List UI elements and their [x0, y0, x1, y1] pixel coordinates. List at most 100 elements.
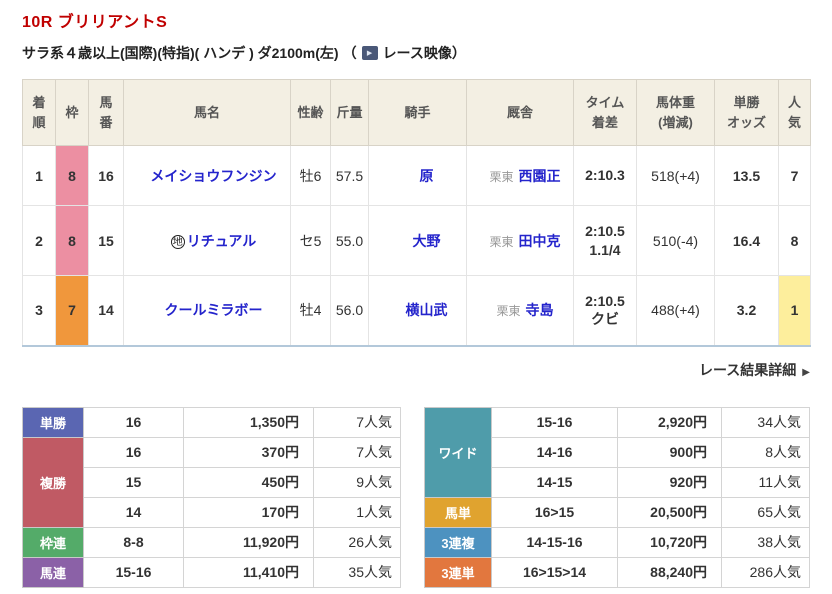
payout-type-header: 枠連 — [22, 526, 84, 558]
time-margin-cell: 2:10.3 — [573, 145, 637, 206]
payout-amount-cell: 11,410円 — [183, 556, 314, 588]
results-col-header-4: 性齢 — [290, 79, 331, 146]
payout-section: 単勝 16 1,350円 7人気 複勝 16 370円 7人気 15 450円 9人気 14 170円 1… — [22, 406, 810, 588]
play-video-icon[interactable]: ▶ — [361, 46, 378, 60]
payout-type-header: 3連単 — [424, 556, 492, 588]
race-title: 10R ブリリアントS — [22, 14, 168, 31]
time-margin-cell: 2:10.5 クビ — [573, 275, 637, 346]
body-weight-cell: 518(+4) — [636, 145, 715, 206]
results-col-header-7: 厩舎 — [466, 79, 574, 146]
trainer-link[interactable]: 寺島 — [526, 302, 554, 318]
payout-popularity-cell: 1人気 — [313, 496, 401, 528]
payout-row-馬連-0: 馬連 15-16 11,410円 35人気 — [22, 556, 401, 588]
popularity-cell: 8 — [778, 205, 811, 276]
local-horse-mark-icon: 地 — [170, 234, 185, 249]
horse-name-link[interactable]: リチュアル — [187, 233, 257, 249]
carried-weight-cell: 56.0 — [330, 275, 369, 346]
race-conditions-row: サラ系４歳以上(国際)(特指)( ハンデ ) ダ2100m(左) （ ▶ レース… — [22, 43, 810, 63]
payout-popularity-cell: 38人気 — [721, 526, 810, 558]
win-odds-cell: 13.5 — [714, 145, 779, 206]
rank-cell: 2 — [22, 205, 56, 276]
race-result-page: 10R ブリリアントS サラ系４歳以上(国際)(特指)( ハンデ ) ダ2100… — [0, 0, 832, 594]
payout-type-header: 3連複 — [424, 526, 492, 558]
popularity-cell: 1 — [778, 275, 811, 346]
payout-type-header: 馬連 — [22, 556, 84, 588]
win-odds-cell: 3.2 — [714, 275, 779, 346]
stable-area-label: 栗東 — [489, 169, 514, 184]
results-col-header-3: 馬名 — [123, 79, 291, 146]
payout-combination-cell: 16>15 — [491, 496, 618, 528]
payout-popularity-cell: 26人気 — [313, 526, 401, 558]
waku-cell: 7 — [55, 275, 89, 346]
result-row-1: 1 8 16 メイショウフンジン 牡6 57.5 原栗東 西園正 2:10.3 518(+4) 13… — [22, 145, 811, 206]
horse-name-link[interactable]: クールミラボー — [165, 302, 263, 318]
popularity-cell: 7 — [778, 145, 811, 206]
payout-amount-cell: 20,500円 — [617, 496, 722, 528]
payout-row-単勝-0: 単勝 16 1,350円 7人気 — [22, 406, 401, 438]
payout-amount-cell: 900円 — [617, 436, 722, 468]
payout-popularity-cell: 11人気 — [721, 466, 810, 498]
results-col-header-5: 斤量 — [330, 79, 369, 146]
payout-row-3連複-0: 3連複 14-15-16 10,720円 38人気 — [424, 526, 810, 558]
stable-cell: 栗東 田中克 — [466, 205, 574, 276]
payout-amount-cell: 2,920円 — [617, 406, 722, 438]
horse-number-cell: 16 — [88, 145, 124, 206]
jockey-cell: 原 — [368, 145, 467, 206]
payout-type-header: 単勝 — [22, 406, 84, 438]
trainer-link[interactable]: 西園正 — [519, 168, 561, 184]
win-odds-cell: 16.4 — [714, 205, 779, 276]
arrow-right-icon: ▶ — [802, 366, 810, 378]
trainer-link[interactable]: 田中克 — [519, 233, 561, 249]
result-row-3: 3 7 14 クールミラボー 牡4 56.0 横山武 栗東 寺島 2:10.5 クビ 488(+4)… — [22, 275, 811, 346]
jockey-link[interactable]: 大野 — [413, 233, 441, 249]
payout-row-枠連-0: 枠連 8-8 11,920円 26人気 — [22, 526, 401, 558]
results-col-header-10: 単勝 オッズ — [714, 79, 779, 146]
payout-combination-cell: 15-16 — [83, 556, 184, 588]
stable-area-label: 栗東 — [489, 234, 514, 249]
payout-amount-cell: 88,240円 — [617, 556, 722, 588]
payout-combination-cell: 8-8 — [83, 526, 184, 558]
results-col-header-0: 着 順 — [22, 79, 56, 146]
payout-popularity-cell: 34人気 — [721, 406, 810, 438]
race-video-group: （ ▶ レース映像 ） — [343, 43, 466, 63]
sex-age-cell: 牡4 — [290, 275, 331, 346]
results-col-header-6: 騎手 — [368, 79, 467, 146]
payout-popularity-cell: 65人気 — [721, 496, 810, 528]
payout-combination-cell: 14-15-16 — [491, 526, 618, 558]
payout-popularity-cell: 35人気 — [313, 556, 401, 588]
stable-cell: 栗東 寺島 — [466, 275, 574, 346]
sex-age-cell: 牡6 — [290, 145, 331, 206]
payout-combination-cell: 15 — [83, 466, 184, 498]
jockey-link[interactable]: 横山武 — [406, 302, 448, 318]
stable-area-label: 栗東 — [496, 304, 521, 319]
time-margin-cell: 2:10.5 1.1/4 — [573, 205, 637, 276]
results-header-row: 着 順枠馬 番馬名 性齢 斤量 騎手 厩舎 タイム 着差 馬体重 (増減) 単勝 オッズ人 気 — [22, 79, 811, 146]
race-results-table: 着 順枠馬 番馬名 性齢 斤量 騎手 厩舎 タイム 着差 馬体重 (増減) 単勝 オッズ人 気… — [22, 79, 811, 347]
payout-row-複勝-0: 複勝 16 370円 7人気 — [22, 436, 401, 528]
detail-link-label: レース結果詳細 — [698, 361, 797, 378]
race-video-link[interactable]: レース映像 — [383, 43, 452, 63]
horse-name-cell: メイショウフンジン — [123, 145, 291, 206]
payout-combination-cell: 14 — [83, 496, 184, 528]
sex-age-cell: セ5 — [290, 205, 331, 276]
stable-cell: 栗東 西園正 — [466, 145, 574, 206]
race-result-detail-link[interactable]: レース結果詳細 ▶ — [699, 362, 810, 378]
horse-name-cell: クールミラボー — [123, 275, 291, 346]
payout-type-header: ワイド — [424, 406, 492, 498]
payout-amount-cell: 370円 — [183, 436, 314, 468]
payout-amount-cell: 10,720円 — [617, 526, 722, 558]
payout-combination-cell: 16 — [83, 406, 184, 438]
payout-amount-cell: 1,350円 — [183, 406, 314, 438]
body-weight-cell: 510(-4) — [636, 205, 715, 276]
payout-popularity-cell: 9人気 — [313, 466, 401, 498]
jockey-link[interactable]: 原 — [420, 168, 434, 184]
paren-open: （ — [342, 45, 357, 61]
horse-name-link[interactable]: メイショウフンジン — [150, 168, 276, 184]
results-col-header-11: 人 気 — [778, 79, 811, 146]
payout-table-right: ワイド 15-16 2,920円 34人気 14-16 900円 8人気 14-15 920円 1… — [424, 406, 810, 588]
results-col-header-2: 馬 番 — [88, 79, 124, 146]
results-col-header-8: タイム 着差 — [573, 79, 637, 146]
payout-amount-cell: 450円 — [183, 466, 314, 498]
results-col-header-1: 枠 — [55, 79, 89, 146]
payout-amount-cell: 170円 — [183, 496, 314, 528]
